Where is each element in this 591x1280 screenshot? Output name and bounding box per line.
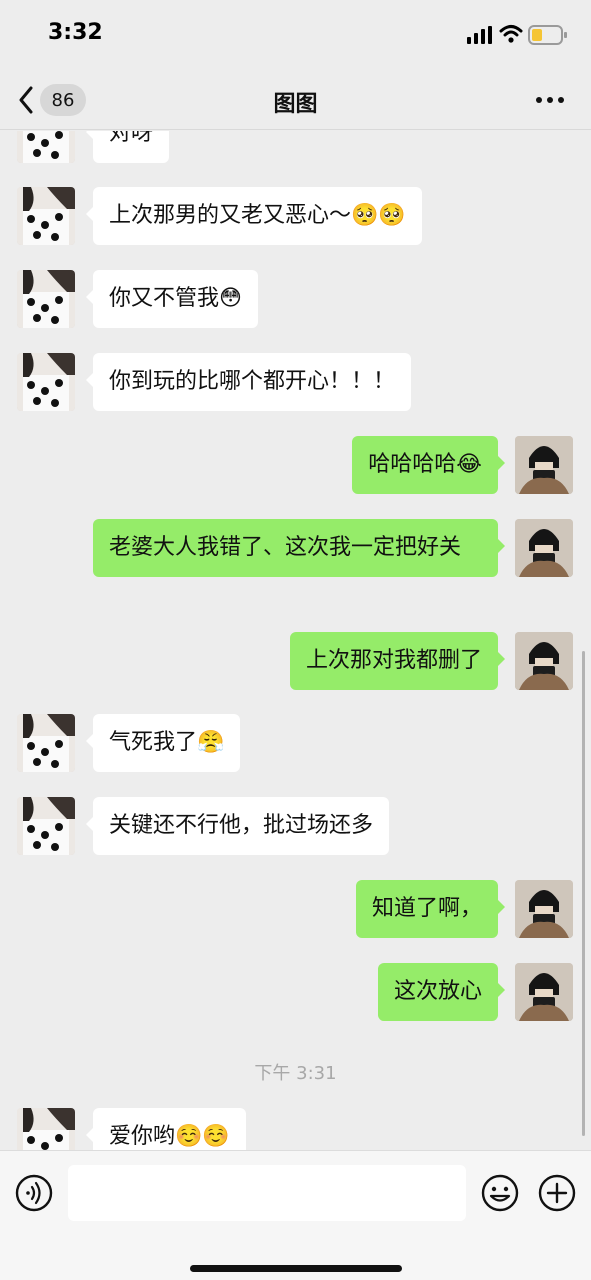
- message-bubble[interactable]: 哈哈哈哈😂: [352, 436, 505, 494]
- chat-area[interactable]: 对呀 上次那男的又老又恶心～🥺🥺 你又不管我😳 你到玩的比哪个都开心！！！ 哈哈…: [0, 131, 591, 1150]
- my-avatar[interactable]: [515, 963, 573, 1021]
- contact-avatar[interactable]: [17, 714, 75, 772]
- input-bar: [0, 1150, 591, 1280]
- my-avatar[interactable]: [515, 880, 573, 938]
- message-bubble[interactable]: 气死我了😤: [85, 714, 241, 772]
- my-avatar[interactable]: [515, 436, 573, 494]
- plus-icon[interactable]: [537, 1173, 577, 1213]
- contact-avatar[interactable]: [17, 353, 75, 411]
- my-avatar[interactable]: [515, 632, 573, 690]
- scrollbar-thumb[interactable]: [582, 651, 585, 1136]
- message-bubble[interactable]: 上次那男的又老又恶心～🥺🥺: [86, 187, 422, 245]
- nav-bar: 86 图图: [0, 70, 591, 130]
- contact-avatar[interactable]: [17, 1108, 75, 1150]
- status-time: 3:32: [48, 20, 103, 45]
- message-bubble[interactable]: 对呀: [85, 131, 170, 163]
- battery-icon: [528, 25, 567, 45]
- contact-avatar[interactable]: [17, 131, 75, 163]
- message-bubble[interactable]: 爱你哟☺️☺️: [86, 1108, 246, 1150]
- message-bubble[interactable]: 关键还不行他，批过场还多: [85, 797, 390, 855]
- contact-avatar[interactable]: [17, 797, 75, 855]
- message-bubble[interactable]: 你到玩的比哪个都开心！！！: [85, 353, 412, 411]
- time-divider: 下午 3:31: [254, 1063, 337, 1084]
- my-avatar[interactable]: [515, 519, 573, 577]
- message-bubble[interactable]: 知道了啊，: [355, 880, 506, 938]
- signal-icon: [467, 26, 492, 44]
- message-bubble[interactable]: 老婆大人我错了、这次我一定把好关: [93, 519, 505, 577]
- contact-avatar[interactable]: [17, 187, 75, 245]
- message-input[interactable]: [68, 1165, 466, 1221]
- wifi-icon: [499, 25, 523, 43]
- more-dots-icon[interactable]: [532, 90, 568, 110]
- message-bubble[interactable]: 上次那对我都删了: [289, 632, 506, 690]
- voice-icon[interactable]: [14, 1173, 54, 1213]
- message-bubble[interactable]: 这次放心: [377, 963, 506, 1021]
- emoji-icon[interactable]: [480, 1173, 520, 1213]
- status-bar: 3:32: [0, 0, 591, 70]
- chat-title: 图图: [273, 92, 318, 117]
- contact-avatar[interactable]: [17, 270, 75, 328]
- home-indicator: [190, 1265, 402, 1272]
- message-bubble[interactable]: 你又不管我😳: [86, 270, 258, 328]
